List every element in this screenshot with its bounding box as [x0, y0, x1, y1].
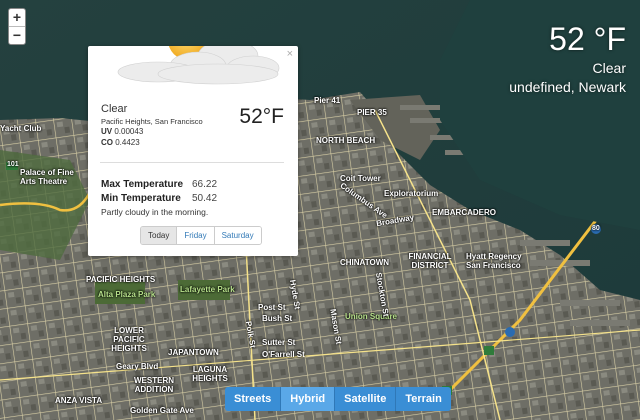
map-label-bush: Bush St: [262, 314, 293, 323]
uv-value: 0.00043: [114, 127, 144, 136]
co-row: CO 0.4423: [101, 138, 140, 147]
map-label-golden-gate-ave: Golden Gate Ave: [130, 406, 194, 415]
map-type-terrain[interactable]: Terrain: [395, 387, 451, 411]
map-label-chinatown: CHINATOWN: [340, 258, 390, 267]
co-label: CO: [101, 138, 113, 147]
map-label-exploratorium: Exploratorium: [384, 189, 439, 198]
current-temperature: 52 °F: [549, 21, 626, 57]
tab-saturday[interactable]: Saturday: [213, 227, 261, 244]
uv-row: UV 0.00043: [101, 127, 143, 136]
zoom-out-button[interactable]: −: [9, 26, 25, 44]
tab-friday[interactable]: Friday: [176, 227, 214, 244]
map-label-101: 101: [7, 161, 19, 168]
partly-cloudy-icon: [117, 46, 280, 85]
map-label-japantown: JAPANTOWN: [168, 348, 219, 357]
forecast-summary: Partly cloudy in the morning.: [101, 207, 209, 217]
map-type-hybrid[interactable]: Hybrid: [280, 387, 335, 411]
divider: [100, 162, 284, 163]
popup-temperature: 52°F: [239, 105, 284, 128]
day-tabs: Today Friday Saturday: [140, 226, 262, 245]
map-label-pier41: Pier 41: [314, 96, 341, 105]
popup-place: Pacific Heights, San Francisco: [101, 117, 203, 126]
map-label-financial: FINANCIAL DISTRICT: [408, 252, 452, 270]
map-label-coit-tower: Coit Tower: [340, 174, 381, 183]
map-label-palace: Palace of Fine Arts Theatre: [20, 168, 74, 186]
map-label-alta-plaza: Alta Plaza Park: [98, 290, 156, 299]
map-label-north-beach: NORTH BEACH: [316, 136, 376, 145]
map-label-lower-pacific: LOWER PACIFIC HEIGHTS: [111, 326, 147, 353]
map-label-sutter: Sutter St: [262, 338, 296, 347]
co-value: 0.4423: [115, 138, 140, 147]
map-label-lafayette: Lafayette Park: [180, 285, 235, 294]
map-label-hyatt: Hyatt Regency San Francisco: [466, 252, 522, 270]
map-label-post: Post St: [258, 303, 286, 312]
current-condition: Clear: [592, 60, 626, 76]
zoom-in-button[interactable]: +: [9, 9, 25, 26]
close-icon[interactable]: ×: [287, 48, 293, 60]
map-label-pacific-heights: PACIFIC HEIGHTS: [86, 275, 156, 284]
map-label-yacht-club: Yacht Club: [0, 124, 42, 133]
map-type-streets[interactable]: Streets: [225, 387, 281, 411]
map-label-laguna-heights: LAGUNA HEIGHTS: [192, 365, 228, 383]
map-label-anza-vista: ANZA VISTA: [55, 396, 103, 405]
popup-condition: Clear: [101, 103, 128, 115]
min-temperature-value: 50.42: [192, 193, 218, 204]
uv-label: UV: [101, 127, 113, 136]
min-temperature-label: Min Temperature: [101, 193, 181, 204]
max-temperature-label: Max Temperature: [101, 179, 184, 190]
map-label-western-addition: WESTERN ADDITION: [134, 376, 174, 394]
max-temperature-value: 66.22: [192, 179, 218, 190]
map-label-geary: Geary Blvd: [116, 362, 159, 371]
map-label-embarcadero: EMBARCADERO: [432, 208, 496, 217]
tab-today[interactable]: Today: [141, 227, 177, 244]
zoom-control: + −: [8, 8, 26, 45]
map-label-80-top: 80: [592, 225, 600, 232]
current-location: undefined, Newark: [509, 79, 626, 95]
map-type-control: Streets Hybrid Satellite Terrain: [225, 387, 451, 411]
weather-info-window: × Clear Pacific Heights, San Francisco U…: [88, 46, 298, 256]
map-label-pier35: PIER 35: [357, 108, 387, 117]
current-weather-overlay: 52 °F Clear undefined, Newark: [509, 22, 626, 95]
map-label-ofarrell: O'Farrell St: [262, 350, 305, 359]
map-type-satellite[interactable]: Satellite: [334, 387, 396, 411]
